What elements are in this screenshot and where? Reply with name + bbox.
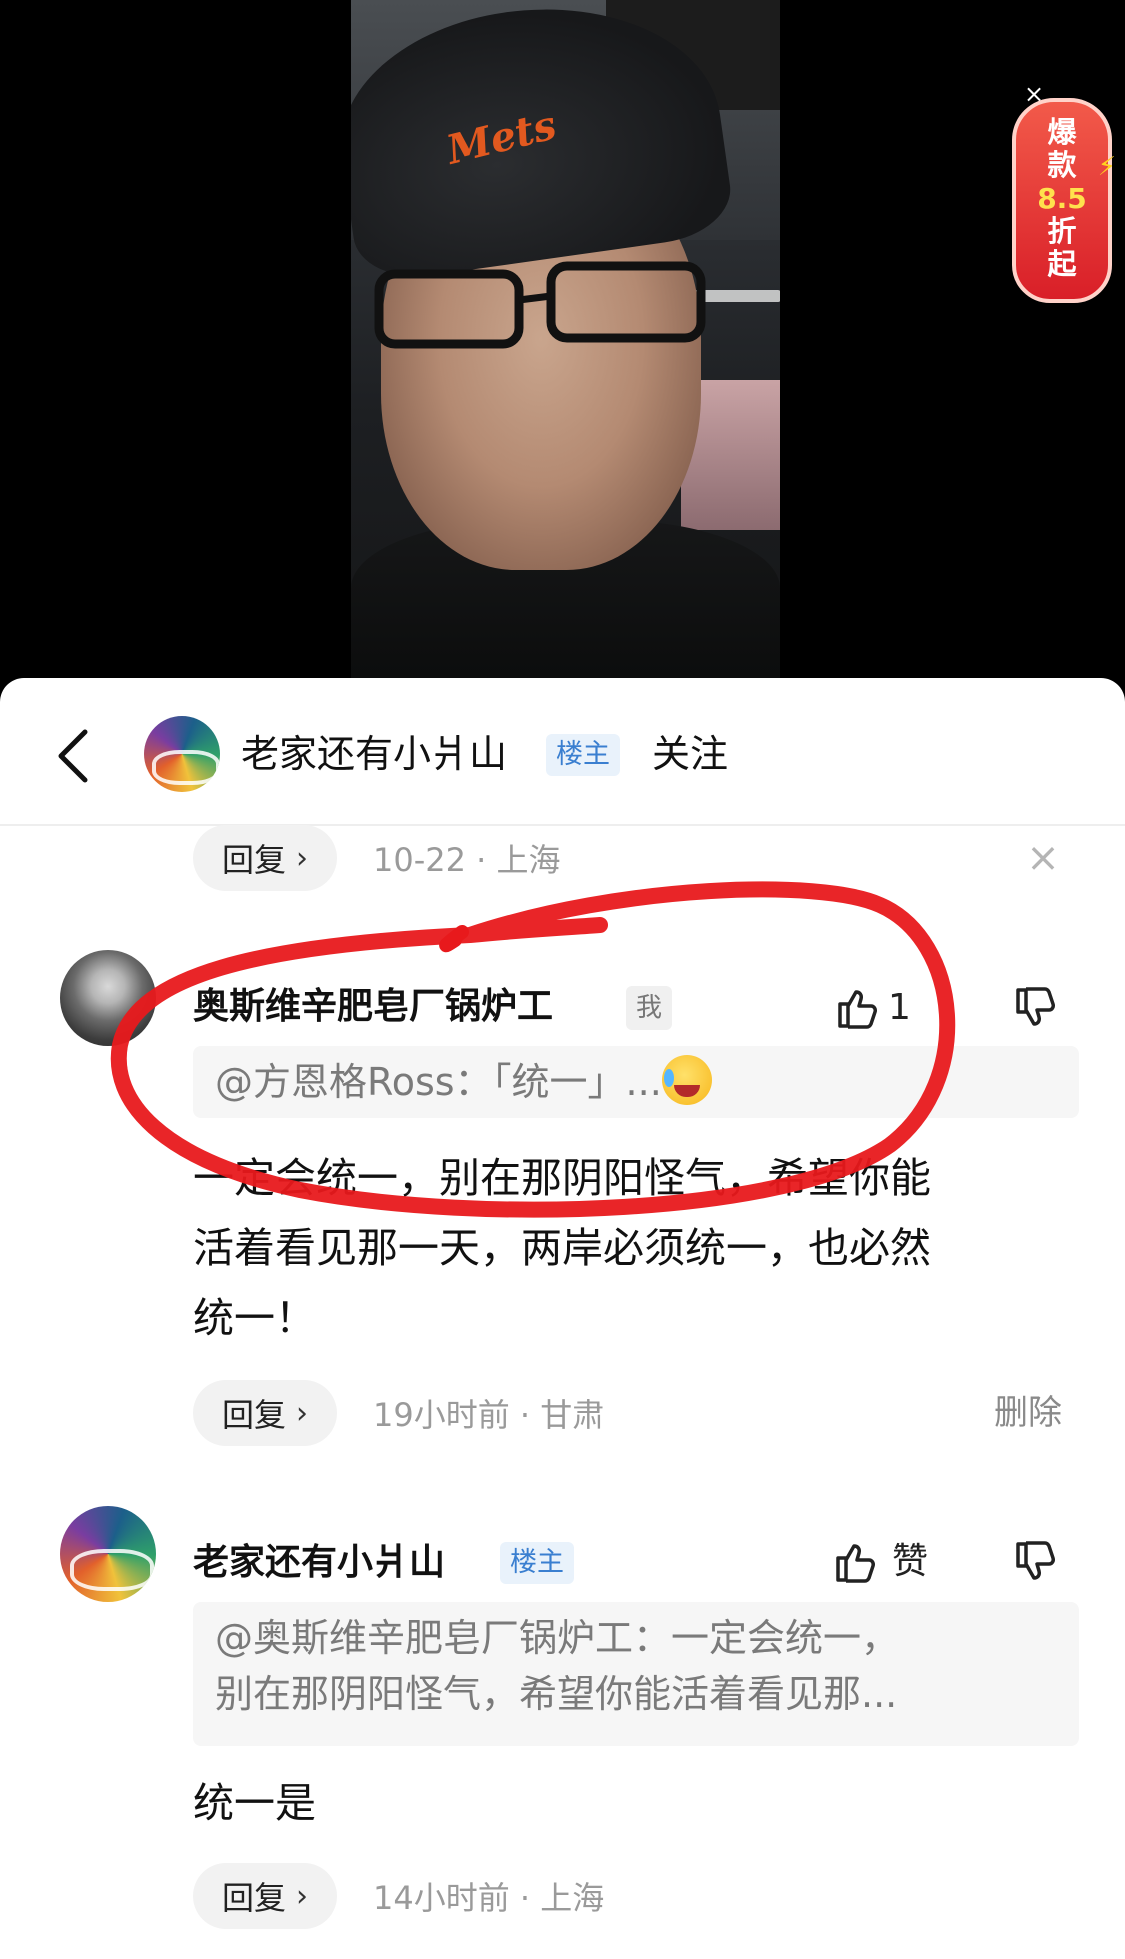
cap-logo: Mets [442, 101, 561, 174]
promo-discount: 8.5 [1037, 182, 1087, 215]
header-avatar[interactable] [144, 716, 220, 792]
comment-time-location: 19小时前 · 甘肃 [373, 1396, 605, 1434]
comment-text-line: 活着看见那一天，两岸必须统一，也必然 [193, 1224, 931, 1272]
promo-text-5: 起 [1047, 247, 1077, 281]
close-icon[interactable]: × [1025, 838, 1061, 878]
promo-text-2: 款 [1047, 148, 1077, 182]
reply-label: 回复 [221, 841, 286, 879]
quoted-text-line: @奥斯维辛肥皂厂锅炉工：一定会统一， [215, 1616, 900, 1660]
crying-laughing-emoji-icon [661, 1055, 712, 1105]
comment-author[interactable]: 老家还有小爿山 [193, 1539, 445, 1587]
thread-header: 老家还有小爿山 楼主 关注 [0, 678, 1125, 826]
quoted-text-line: 别在那阴阳怪气，希望你能活着看见那... [215, 1672, 898, 1716]
dislike-icon[interactable] [1012, 1538, 1060, 1586]
dislike-icon[interactable] [1012, 984, 1060, 1032]
promo-text-4: 折 [1047, 214, 1077, 248]
comment-meta: 回复 › 14小时前 · 上海 [193, 1863, 604, 1929]
quoted-text: @方恩格Ross：「统一」... [215, 1060, 662, 1104]
like-icon[interactable] [834, 984, 882, 1032]
like-label[interactable]: 赞 [892, 1538, 928, 1586]
comment-meta: 回复 › 19小时前 · 甘肃 [193, 1380, 604, 1446]
promo-badge[interactable]: 爆 款 8.5 折 起 ⚡ [1012, 98, 1116, 303]
reply-label: 回复 [221, 1879, 286, 1917]
follow-button[interactable]: 关注 [652, 728, 728, 780]
reply-button[interactable]: 回复 › [193, 825, 337, 891]
comment-text: 一定会统一，别在那阴阳怪气，希望你能 活着看见那一天，两岸必须统一，也必然 统一… [193, 1143, 1093, 1353]
quoted-comment[interactable]: @奥斯维辛肥皂厂锅炉工：一定会统一， 别在那阴阳怪气，希望你能活着看见那... [193, 1602, 1079, 1746]
promo-text-1: 爆 [1047, 115, 1077, 149]
prev-comment-meta: 回复 › 10-22 · 上海 [193, 825, 561, 891]
video-player[interactable]: Mets × 爆 款 8.5 折 起 ⚡ [0, 0, 1125, 690]
chevron-right-icon: › [296, 840, 308, 876]
reply-button[interactable]: 回复 › [193, 1863, 337, 1929]
video-frame: Mets [351, 0, 780, 690]
chevron-right-icon: › [296, 1878, 308, 1914]
comment-text-line: 一定会统一，别在那阴阳怪气，希望你能 [193, 1154, 931, 1202]
like-count: 1 [888, 987, 911, 1028]
comment-time-location: 14小时前 · 上海 [373, 1879, 605, 1917]
owner-badge: 楼主 [546, 734, 620, 776]
comment-avatar[interactable] [60, 1506, 156, 1602]
like-icon[interactable] [832, 1538, 880, 1586]
me-badge: 我 [626, 986, 673, 1030]
comment-author[interactable]: 奥斯维辛肥皂厂锅炉工 [193, 983, 553, 1031]
reply-button[interactable]: 回复 › [193, 1380, 337, 1446]
comment-date-location: 10-22 · 上海 [373, 841, 561, 879]
delete-button[interactable]: 删除 [994, 1389, 1062, 1437]
video-person-glasses [374, 261, 706, 349]
comment-text-line: 统一！ [193, 1294, 316, 1342]
reply-label: 回复 [221, 1396, 286, 1434]
comment-avatar[interactable] [60, 950, 156, 1046]
header-username[interactable]: 老家还有小爿山 [241, 728, 507, 780]
comment-text: 统一是 [193, 1779, 316, 1827]
back-arrow-icon[interactable] [55, 728, 91, 784]
quoted-comment[interactable]: @方恩格Ross：「统一」... [193, 1046, 1079, 1118]
owner-badge: 楼主 [500, 1542, 574, 1584]
lightning-icon: ⚡ [1097, 152, 1116, 182]
chevron-right-icon: › [296, 1395, 308, 1431]
